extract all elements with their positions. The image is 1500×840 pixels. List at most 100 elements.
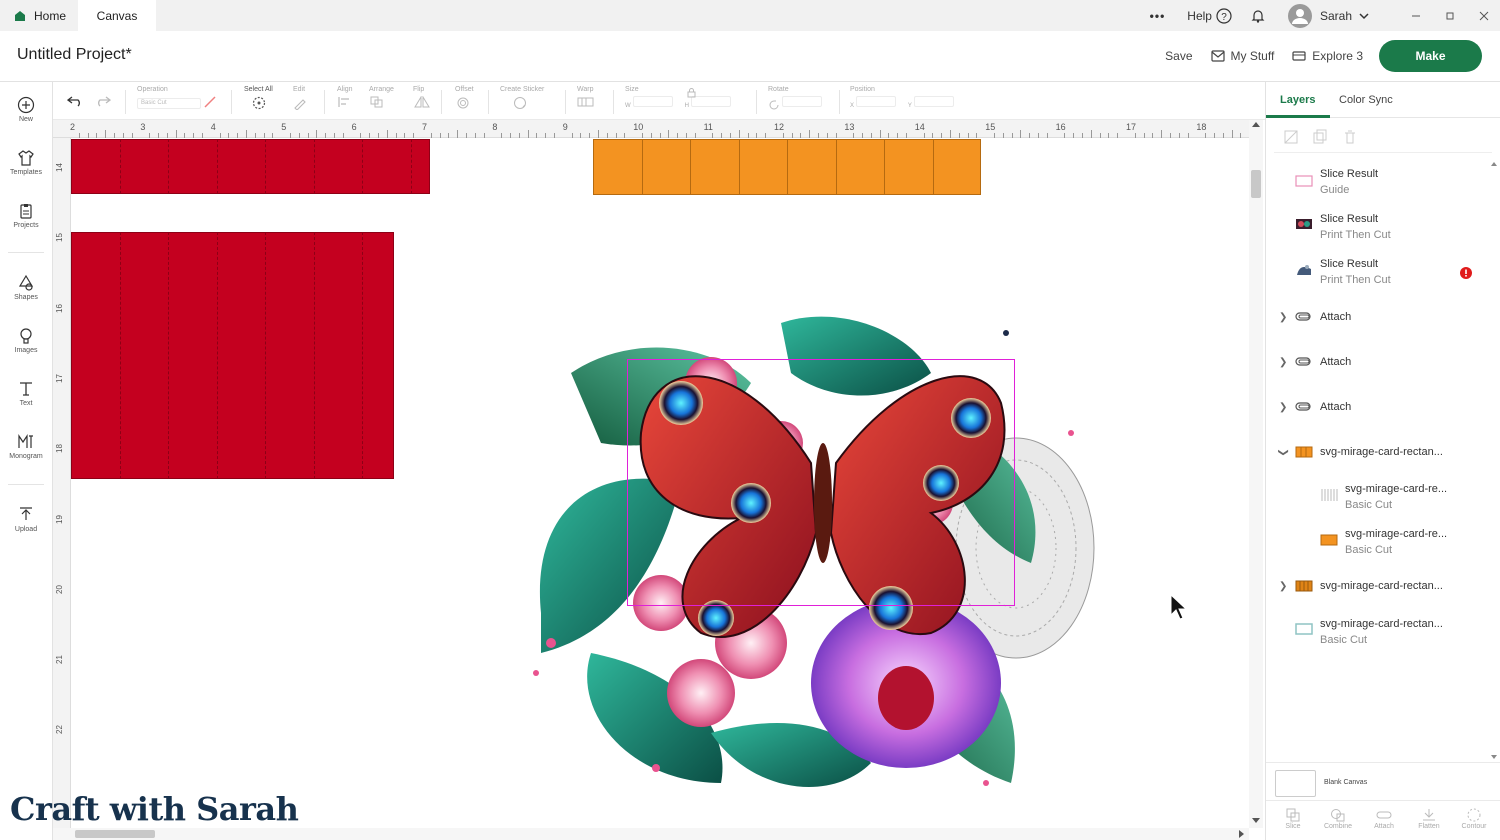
height-label: H (684, 103, 689, 109)
rail-monogram[interactable]: Monogram (0, 433, 52, 460)
rail-templates[interactable]: Templates (0, 149, 52, 176)
combine-button[interactable]: Combine (1316, 807, 1360, 830)
red-tile-strip[interactable] (71, 139, 430, 194)
layer-item[interactable]: svg-mirage-card-re... Basic Cut (1266, 483, 1488, 517)
lines-thumb-icon (1321, 489, 1338, 501)
warp-icon[interactable] (577, 96, 599, 108)
layer-item[interactable]: svg-mirage-card-rectan... Basic Cut (1266, 618, 1488, 652)
maximize-icon[interactable] (1444, 10, 1456, 22)
blank-canvas-row[interactable]: Blank Canvas (1266, 762, 1500, 800)
layer-item[interactable]: svg-mirage-card-re... Basic Cut (1266, 528, 1488, 562)
tile-divider (313, 232, 315, 479)
rail-upload[interactable]: Upload (0, 506, 52, 533)
trash-icon[interactable] (1342, 129, 1358, 145)
project-title[interactable]: Untitled Project* (17, 46, 132, 64)
save-button[interactable]: Save (1165, 49, 1192, 63)
minimize-icon[interactable] (1410, 10, 1422, 22)
flatten-button[interactable]: Flatten (1407, 807, 1451, 830)
scroll-down-arrow[interactable] (1491, 755, 1497, 759)
bell-icon[interactable] (1250, 8, 1266, 24)
layer-group[interactable]: ❯ Attach (1266, 356, 1488, 376)
lock-icon[interactable] (687, 88, 696, 98)
tab-color-sync[interactable]: Color Sync (1339, 94, 1393, 106)
tab-canvas[interactable]: Canvas (78, 0, 156, 31)
layer-item[interactable]: Slice Result Guide (1266, 168, 1488, 202)
horizontal-scroll-thumb[interactable] (75, 830, 155, 838)
layer-group[interactable]: ❯ svg-mirage-card-rectan... (1266, 446, 1488, 466)
scroll-up-arrow[interactable] (1252, 122, 1260, 127)
layer-item[interactable]: Slice Result Print Then Cut (1266, 258, 1488, 292)
tab-layers[interactable]: Layers (1280, 94, 1315, 106)
width-input[interactable] (632, 96, 673, 107)
layer-group[interactable]: ❯ svg-mirage-card-rectan... (1266, 580, 1488, 600)
chevron-right-icon[interactable]: ❯ (1279, 402, 1287, 413)
horizontal-scrollbar[interactable] (53, 828, 1249, 840)
tab-home[interactable]: Home (0, 0, 78, 31)
rotate-input[interactable] (781, 96, 822, 107)
contour-button[interactable]: Contour (1452, 807, 1496, 830)
sticker-icon[interactable] (512, 96, 534, 109)
selection-box[interactable] (627, 359, 1015, 606)
scroll-right-arrow[interactable] (1239, 830, 1244, 838)
offset-label: Offset (455, 86, 474, 93)
monogram-icon (18, 434, 33, 448)
tile-divider (313, 139, 315, 194)
tile-divider (119, 139, 121, 194)
slice-button[interactable]: Slice (1271, 807, 1315, 830)
chevron-down-icon[interactable] (1358, 10, 1370, 22)
attach-button[interactable]: Attach (1362, 807, 1406, 830)
close-icon[interactable] (1478, 10, 1490, 22)
layer-item[interactable]: Slice Result Print Then Cut (1266, 213, 1488, 247)
rail-images-label: Images (14, 347, 38, 354)
user-name[interactable]: Sarah (1320, 9, 1352, 23)
design-canvas[interactable] (71, 138, 1249, 828)
chevron-right-icon[interactable]: ❯ (1279, 581, 1287, 592)
layer-group[interactable]: ❯ Attach (1266, 401, 1488, 421)
tile-divider (410, 139, 412, 194)
chevron-down-icon[interactable]: ❯ (1278, 448, 1289, 456)
height-input[interactable] (690, 96, 731, 107)
help-link[interactable]: Help (1187, 9, 1212, 23)
vertical-scrollbar[interactable] (1249, 120, 1263, 828)
align-icon[interactable] (337, 96, 355, 108)
vertical-scroll-thumb[interactable] (1251, 170, 1261, 198)
select-all-group[interactable]: Select All (244, 86, 273, 112)
my-stuff-button[interactable]: My Stuff (1231, 49, 1275, 63)
machine-selector[interactable]: Explore 3 (1312, 49, 1363, 63)
ruler-top: 2 3 4 5 6 7 8 9 10 11 12 13 14 15 16 17 18 (53, 120, 1259, 138)
operation-select[interactable]: Basic Cut (137, 97, 201, 109)
offset-icon[interactable] (455, 96, 473, 109)
rail-projects[interactable]: Projects (0, 202, 52, 229)
scroll-up-arrow[interactable] (1491, 162, 1497, 166)
slice-tool-icon[interactable] (1283, 129, 1299, 145)
more-menu-icon[interactable]: ••• (1150, 9, 1166, 23)
layer-group[interactable]: ❯ Attach (1266, 311, 1488, 331)
duplicate-icon[interactable] (1312, 129, 1328, 145)
scroll-down-arrow[interactable] (1252, 818, 1260, 823)
undo-icon[interactable] (67, 95, 83, 107)
rail-new-label: New (18, 116, 33, 123)
flip-icon[interactable] (413, 95, 431, 108)
chevron-right-icon[interactable]: ❯ (1279, 312, 1287, 323)
x-input[interactable] (855, 96, 896, 107)
make-button[interactable]: Make (1379, 40, 1482, 72)
redo-icon[interactable] (95, 95, 111, 107)
panel-scrollbar[interactable] (1490, 158, 1498, 759)
edit-pencil-icon[interactable] (293, 96, 311, 111)
print-thumb-icon (1296, 219, 1312, 229)
pen-color-icon[interactable] (203, 96, 217, 108)
warning-icon[interactable] (1460, 267, 1472, 279)
arrange-icon[interactable] (369, 96, 387, 108)
rail-new[interactable]: New (0, 96, 52, 123)
rail-images[interactable]: Images (0, 327, 52, 354)
toolbar-divider (756, 90, 757, 114)
help-icon[interactable]: ? (1216, 7, 1232, 24)
rail-divider (8, 252, 44, 253)
rail-text[interactable]: Text (0, 380, 52, 407)
avatar[interactable] (1287, 3, 1312, 28)
rail-shapes[interactable]: Shapes (0, 274, 52, 301)
chevron-right-icon[interactable]: ❯ (1279, 357, 1287, 368)
y-input[interactable] (913, 96, 954, 107)
lightbulb-icon (20, 328, 32, 344)
blank-canvas-swatch[interactable] (1275, 770, 1316, 797)
